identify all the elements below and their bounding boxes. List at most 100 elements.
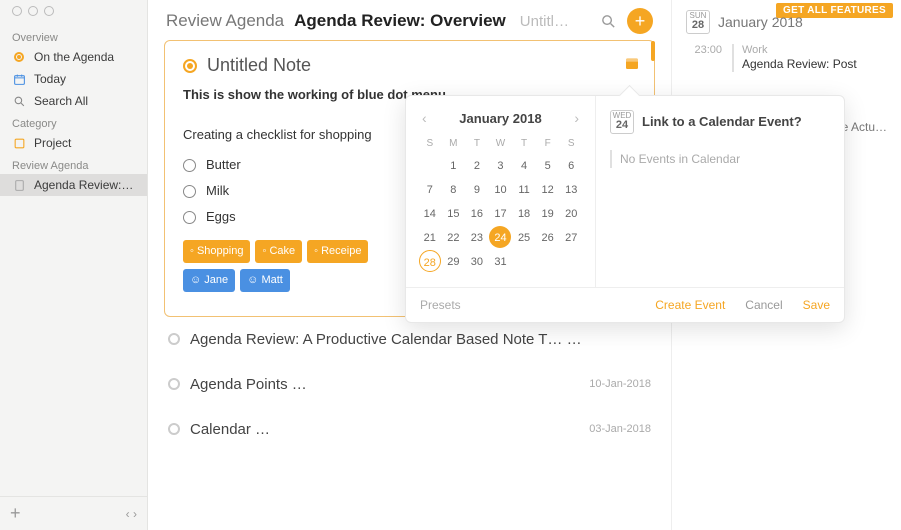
date-badge-icon: WED 24 <box>610 110 634 134</box>
calendar-day[interactable]: 15 <box>442 202 464 224</box>
calendar-day[interactable]: 11 <box>513 178 535 200</box>
calendar-day[interactable]: 20 <box>560 202 582 224</box>
person-tag[interactable]: ☺ Jane <box>183 269 235 292</box>
note-row[interactable]: Agenda Review: A Productive Calendar Bas… <box>164 317 655 362</box>
calendar-day[interactable]: 9 <box>466 178 488 200</box>
add-project-button[interactable]: + <box>10 503 21 524</box>
note-calendar-button[interactable] <box>624 55 640 71</box>
note-row-title: Agenda Review: A Productive Calendar Bas… <box>190 331 641 348</box>
calendar-dow: T <box>512 134 536 153</box>
calendar-grid: SMTWTFS123456789101112131415161718192021… <box>418 134 583 273</box>
calendar-day[interactable]: 26 <box>537 226 559 248</box>
entry-time: 23:00 <box>686 44 722 72</box>
next-month-button[interactable]: › <box>570 110 583 126</box>
calendar-day[interactable]: 31 <box>489 250 511 272</box>
calendar-day[interactable]: 22 <box>442 226 464 248</box>
zoom-window-icon[interactable] <box>44 6 54 16</box>
note-accent-bar <box>651 41 655 61</box>
calendar-day[interactable]: 14 <box>419 202 441 224</box>
note-dot-icon[interactable] <box>168 378 180 390</box>
person-tag[interactable]: ☺ Matt <box>240 269 290 292</box>
calendar-day[interactable]: 16 <box>466 202 488 224</box>
no-events-label: No Events in Calendar <box>610 150 830 168</box>
entry-calendar: Work <box>742 44 857 56</box>
calendar-day[interactable]: 3 <box>489 154 511 176</box>
note-row[interactable]: Calendar … 03-Jan-2018 <box>164 407 655 452</box>
note-row[interactable]: Agenda Points … 10-Jan-2018 <box>164 362 655 407</box>
calendar-day[interactable]: 21 <box>419 226 441 248</box>
sidebar-item-today[interactable]: Today <box>0 68 147 90</box>
sidebar-chevrons-icon[interactable]: ‹ › <box>126 507 137 521</box>
calendar-dow: F <box>536 134 560 153</box>
page-title: Agenda Review: Overview <box>294 11 506 31</box>
tag[interactable]: ◦ Shopping <box>183 240 250 263</box>
window-traffic-lights <box>6 0 60 22</box>
note-row-date: 10-Jan-2018 <box>589 378 651 390</box>
calendar-dow: W <box>489 134 513 153</box>
note-dot-icon[interactable] <box>168 423 180 435</box>
add-note-button[interactable]: + <box>627 8 653 34</box>
agenda-dot-icon[interactable] <box>183 59 197 73</box>
calendar-day[interactable]: 12 <box>537 178 559 200</box>
sidebar-section-overview: Overview <box>0 26 147 46</box>
calendar-day[interactable]: 25 <box>513 226 535 248</box>
calendar-day[interactable]: 5 <box>537 154 559 176</box>
calendar-dow: M <box>442 134 466 153</box>
sidebar-item-label: On the Agenda <box>34 50 114 64</box>
search-icon <box>12 94 26 108</box>
timeline-entry[interactable]: 23:00 Work Agenda Review: Post <box>686 44 887 72</box>
tag[interactable]: ◦ Receipe <box>307 240 368 263</box>
sidebar-item-search-all[interactable]: Search All <box>0 90 147 112</box>
sidebar-item-project[interactable]: Project <box>0 132 147 154</box>
calendar-popover: ‹ January 2018 › SMTWTFS1234567891011121… <box>405 95 845 323</box>
minimize-window-icon[interactable] <box>28 6 38 16</box>
create-event-button[interactable]: Create Event <box>655 298 725 312</box>
calendar-day[interactable]: 24 <box>489 226 511 248</box>
calendar-day[interactable]: 7 <box>419 178 441 200</box>
calendar-day[interactable]: 1 <box>442 154 464 176</box>
calendar-day <box>560 250 582 272</box>
link-event-panel: WED 24 Link to a Calendar Event? No Even… <box>596 96 844 287</box>
calendar-day[interactable]: 28 <box>419 250 441 272</box>
calendar-day[interactable]: 17 <box>489 202 511 224</box>
calendar-dow: T <box>465 134 489 153</box>
entry-title: Agenda Review: Post <box>742 56 857 72</box>
close-window-icon[interactable] <box>12 6 22 16</box>
checkbox-icon[interactable] <box>183 159 196 172</box>
calendar-picker: ‹ January 2018 › SMTWTFS1234567891011121… <box>406 96 596 287</box>
calendar-day[interactable]: 19 <box>537 202 559 224</box>
calendar-day[interactable]: 8 <box>442 178 464 200</box>
note-dot-icon[interactable] <box>168 333 180 345</box>
calendar-day <box>513 250 535 272</box>
calendar-day[interactable]: 18 <box>513 202 535 224</box>
note-row-date: 03-Jan-2018 <box>589 423 651 435</box>
calendar-day[interactable]: 29 <box>442 250 464 272</box>
calendar-day <box>419 154 441 176</box>
sidebar-item-on-the-agenda[interactable]: On the Agenda <box>0 46 147 68</box>
header-category: Review Agenda <box>166 11 284 31</box>
presets-button[interactable]: Presets <box>420 298 461 312</box>
prev-month-button[interactable]: ‹ <box>418 110 431 126</box>
save-button[interactable]: Save <box>803 298 830 312</box>
calendar-day[interactable]: 27 <box>560 226 582 248</box>
calendar-day[interactable]: 2 <box>466 154 488 176</box>
timeline-month: January 2018 <box>718 14 803 30</box>
calendar-day[interactable]: 10 <box>489 178 511 200</box>
header-search-button[interactable] <box>600 13 617 30</box>
note-title[interactable]: Untitled Note <box>207 55 311 76</box>
calendar-day[interactable]: 30 <box>466 250 488 272</box>
note-row-title: Calendar … <box>190 421 579 438</box>
calendar-day[interactable]: 13 <box>560 178 582 200</box>
sidebar-section-review: Review Agenda <box>0 154 147 174</box>
sidebar-item-agenda-review[interactable]: Agenda Review:… <box>0 174 147 196</box>
cancel-button[interactable]: Cancel <box>745 298 782 312</box>
calendar-day <box>537 250 559 272</box>
checkbox-icon[interactable] <box>183 211 196 224</box>
calendar-day[interactable]: 6 <box>560 154 582 176</box>
calendar-day[interactable]: 4 <box>513 154 535 176</box>
tag[interactable]: ◦ Cake <box>255 240 302 263</box>
calendar-dow: S <box>418 134 442 153</box>
calendar-day[interactable]: 23 <box>466 226 488 248</box>
checkbox-icon[interactable] <box>183 185 196 198</box>
agenda-dot-icon <box>12 50 26 64</box>
